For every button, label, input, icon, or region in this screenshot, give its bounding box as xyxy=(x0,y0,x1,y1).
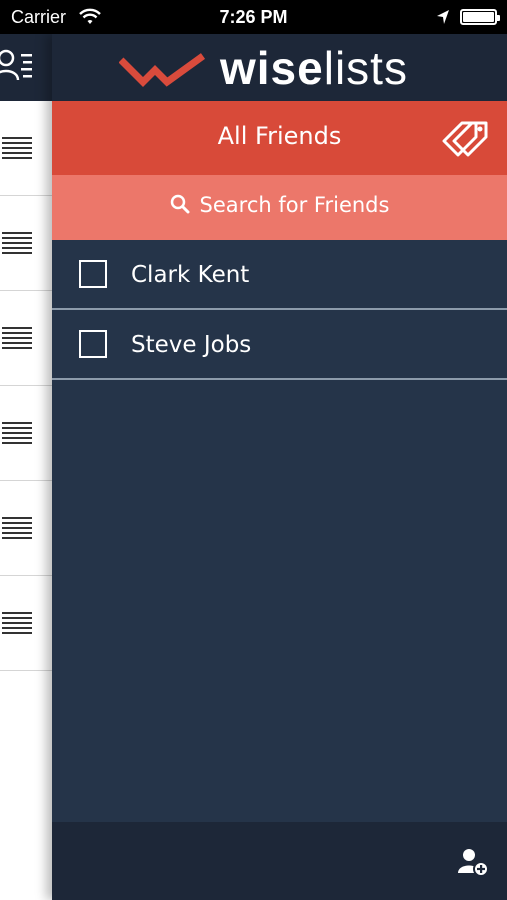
add-friend-icon[interactable] xyxy=(457,847,489,877)
battery-icon xyxy=(460,9,500,25)
side-menu-header[interactable] xyxy=(0,34,52,101)
lines-icon xyxy=(2,232,32,256)
status-bar: Carrier 7:26 PM xyxy=(0,0,507,34)
side-menu-item[interactable] xyxy=(0,101,52,196)
friend-name: Steve Jobs xyxy=(131,332,252,358)
side-menu-item[interactable] xyxy=(0,291,52,386)
lines-icon xyxy=(2,517,32,541)
logo-text-bold: wise xyxy=(220,42,324,94)
app-header: wiselists xyxy=(52,34,507,101)
side-menu-strip xyxy=(0,34,52,900)
friend-checkbox[interactable] xyxy=(79,260,107,288)
friend-checkbox[interactable] xyxy=(79,330,107,358)
location-arrow-icon xyxy=(437,10,449,24)
main-panel: wiselists All Friends Search for Friends… xyxy=(52,34,507,900)
lines-icon xyxy=(2,422,32,446)
lines-icon xyxy=(2,327,32,351)
contacts-list-icon[interactable] xyxy=(0,48,36,84)
lines-icon xyxy=(2,137,32,161)
bottom-toolbar xyxy=(52,822,507,900)
search-field[interactable]: Search for Friends xyxy=(52,193,507,217)
app-screen: Carrier 7:26 PM wiselists All Friends Se… xyxy=(0,0,507,900)
lines-icon xyxy=(2,612,32,636)
search-bar[interactable]: Search for Friends xyxy=(52,175,507,240)
side-menu-item[interactable] xyxy=(0,481,52,576)
title-bar: All Friends xyxy=(52,101,507,175)
side-menu-item[interactable] xyxy=(0,196,52,291)
side-menu-item[interactable] xyxy=(0,386,52,481)
friend-name: Clark Kent xyxy=(131,262,250,288)
friend-list-item[interactable]: Steve Jobs xyxy=(52,310,507,380)
search-placeholder: Search for Friends xyxy=(199,193,390,217)
wiselists-logo-icon xyxy=(119,53,206,87)
app-logo-text: wiselists xyxy=(220,41,408,95)
side-menu-item[interactable] xyxy=(0,576,52,671)
logo-text-light: lists xyxy=(323,42,408,94)
page-title: All Friends xyxy=(217,122,342,150)
tags-icon[interactable] xyxy=(440,117,496,159)
battery-fill xyxy=(463,12,494,22)
search-icon xyxy=(170,194,190,214)
friend-list-item[interactable]: Clark Kent xyxy=(52,240,507,310)
status-time: 7:26 PM xyxy=(219,7,288,27)
